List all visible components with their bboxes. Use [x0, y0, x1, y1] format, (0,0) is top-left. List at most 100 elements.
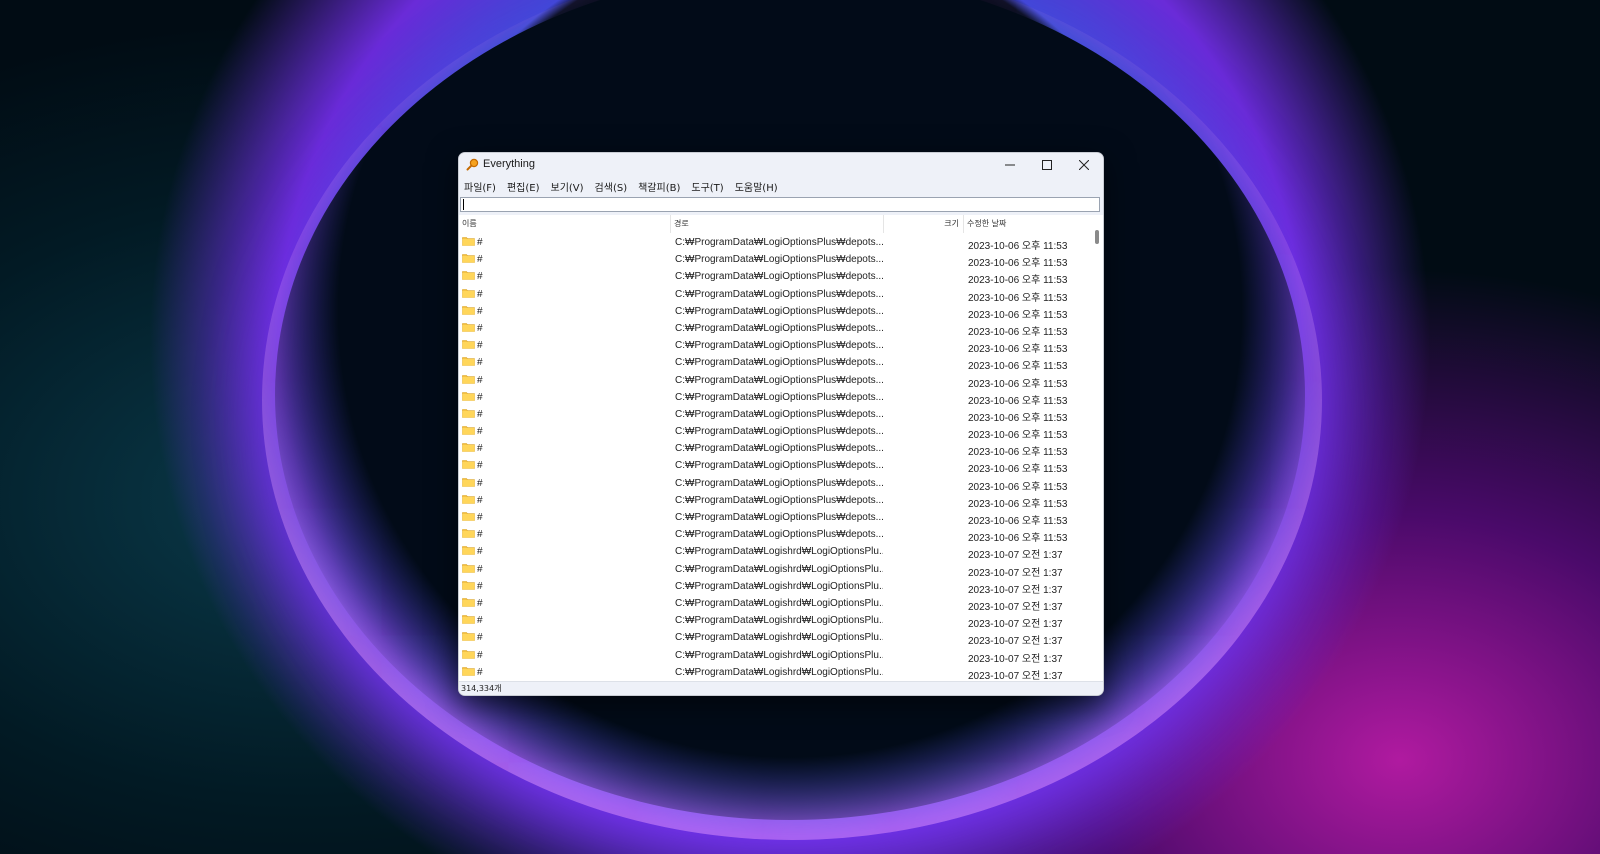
row-path: C:₩ProgramData₩Logishrd₩LogiOptionsPlu..…: [675, 563, 883, 575]
desktop-wallpaper: Everything 파일(F) 편집(E) 보기(V) 검색(S) 책갈피(B…: [0, 0, 1600, 854]
search-input[interactable]: [460, 197, 1100, 212]
row-name: #: [477, 615, 483, 627]
result-rows: # C:₩ProgramData₩LogiOptionsPlus₩depots..…: [459, 235, 1091, 681]
status-bar: 314,334개: [459, 681, 1103, 695]
row-path: C:₩ProgramData₩LogiOptionsPlus₩depots...: [675, 288, 883, 300]
minimize-button[interactable]: [991, 153, 1029, 177]
folder-icon: [462, 254, 475, 263]
row-date: 2023-10-06 오후 11:53: [968, 395, 1068, 407]
row-date: 2023-10-06 오후 11:53: [968, 326, 1068, 338]
table-row[interactable]: # C:₩ProgramData₩LogiOptionsPlus₩depots..…: [459, 287, 1091, 304]
table-row[interactable]: # C:₩ProgramData₩LogiOptionsPlus₩depots..…: [459, 493, 1091, 510]
folder-icon: [462, 443, 475, 453]
folder-icon: [462, 529, 475, 538]
row-path: C:₩ProgramData₩LogiOptionsPlus₩depots...: [675, 340, 883, 352]
row-date: 2023-10-06 오후 11:53: [968, 533, 1068, 545]
row-path: C:₩ProgramData₩LogiOptionsPlus₩depots...: [675, 357, 883, 369]
table-row[interactable]: # C:₩ProgramData₩Logishrd₩LogiOptionsPlu.…: [459, 630, 1091, 647]
table-row[interactable]: # C:₩ProgramData₩LogiOptionsPlus₩depots..…: [459, 390, 1091, 407]
column-name[interactable]: 이름: [459, 215, 671, 233]
table-row[interactable]: # C:₩ProgramData₩LogiOptionsPlus₩depots..…: [459, 510, 1091, 527]
row-date: 2023-10-06 오후 11:53: [968, 516, 1068, 527]
menu-view[interactable]: 보기(V): [546, 179, 590, 194]
row-date: 2023-10-06 오후 11:53: [968, 378, 1068, 390]
column-size[interactable]: 크기: [884, 215, 964, 233]
table-row[interactable]: # C:₩ProgramData₩Logishrd₩LogiOptionsPlu.…: [459, 579, 1091, 596]
column-date-modified[interactable]: 수정한 날짜: [964, 215, 1091, 233]
maximize-button[interactable]: [1028, 153, 1066, 177]
row-path: C:₩ProgramData₩LogiOptionsPlus₩depots...: [675, 271, 883, 283]
title-bar[interactable]: Everything: [459, 153, 1103, 177]
menu-file[interactable]: 파일(F): [459, 179, 502, 194]
row-path: C:₩ProgramData₩Logishrd₩LogiOptionsPlu..…: [675, 649, 883, 661]
menu-tools[interactable]: 도구(T): [686, 179, 729, 194]
table-row[interactable]: # C:₩ProgramData₩LogiOptionsPlus₩depots..…: [459, 424, 1091, 441]
folder-icon: [462, 426, 475, 435]
row-path: C:₩ProgramData₩Logishrd₩LogiOptionsPlu..…: [675, 597, 883, 609]
folder-icon: [462, 357, 475, 367]
row-date: 2023-10-06 오후 11:53: [968, 447, 1068, 459]
folder-icon: [462, 615, 475, 624]
folder-icon: [462, 666, 475, 676]
results-list[interactable]: 이름 경로 크기 수정한 날짜 # C:₩ProgramData₩LogiOpti…: [459, 215, 1103, 681]
folder-icon: [462, 546, 475, 556]
result-count: 314,334개: [461, 684, 502, 693]
table-row[interactable]: # C:₩ProgramData₩LogiOptionsPlus₩depots..…: [459, 441, 1091, 458]
menu-bookmarks[interactable]: 책갈피(B): [633, 179, 686, 194]
row-date: 2023-10-06 오후 11:53: [968, 412, 1068, 424]
row-path: C:₩ProgramData₩LogiOptionsPlus₩depots...: [675, 512, 883, 523]
folder-icon: [462, 340, 475, 349]
table-row[interactable]: # C:₩ProgramData₩LogiOptionsPlus₩depots..…: [459, 407, 1091, 424]
table-row[interactable]: # C:₩ProgramData₩Logishrd₩LogiOptionsPlu.…: [459, 665, 1091, 681]
folder-icon: [462, 477, 475, 487]
table-row[interactable]: # C:₩ProgramData₩Logishrd₩LogiOptionsPlu.…: [459, 562, 1091, 579]
close-button[interactable]: [1065, 153, 1103, 177]
table-row[interactable]: # C:₩ProgramData₩Logishrd₩LogiOptionsPlu.…: [459, 613, 1091, 630]
table-row[interactable]: # C:₩ProgramData₩LogiOptionsPlus₩depots..…: [459, 252, 1091, 269]
menu-edit[interactable]: 편집(E): [502, 179, 546, 194]
menu-search[interactable]: 검색(S): [590, 179, 634, 194]
row-name: #: [477, 357, 483, 369]
window-title: Everything: [483, 158, 535, 170]
row-date: 2023-10-07 오전 1:37: [968, 636, 1063, 648]
search-row: [459, 196, 1103, 215]
row-date: 2023-10-06 오후 11:53: [968, 344, 1068, 356]
table-row[interactable]: # C:₩ProgramData₩Logishrd₩LogiOptionsPlu.…: [459, 544, 1091, 561]
column-path[interactable]: 경로: [671, 215, 884, 233]
row-path: C:₩ProgramData₩LogiOptionsPlus₩depots...: [675, 460, 883, 472]
row-name: #: [477, 580, 483, 592]
row-date: 2023-10-07 오전 1:37: [968, 619, 1063, 631]
folder-icon: [462, 237, 475, 246]
row-date: 2023-10-06 오후 11:53: [968, 361, 1068, 373]
row-path: C:₩ProgramData₩LogiOptionsPlus₩depots...: [675, 237, 883, 248]
menu-help[interactable]: 도움말(H): [730, 179, 784, 194]
table-row[interactable]: # C:₩ProgramData₩LogiOptionsPlus₩depots..…: [459, 338, 1091, 355]
folder-icon: [462, 305, 475, 315]
row-name: #: [477, 460, 483, 472]
row-path: C:₩ProgramData₩LogiOptionsPlus₩depots...: [675, 477, 883, 489]
scrollbar-thumb[interactable]: [1095, 230, 1099, 244]
row-date: 2023-10-06 오후 11:53: [968, 430, 1068, 442]
row-path: C:₩ProgramData₩LogiOptionsPlus₩depots...: [675, 254, 883, 266]
table-row[interactable]: # C:₩ProgramData₩LogiOptionsPlus₩depots..…: [459, 476, 1091, 493]
table-row[interactable]: # C:₩ProgramData₩LogiOptionsPlus₩depots..…: [459, 321, 1091, 338]
folder-icon: [462, 649, 475, 659]
folder-icon: [462, 374, 475, 384]
table-row[interactable]: # C:₩ProgramData₩Logishrd₩LogiOptionsPlu.…: [459, 648, 1091, 665]
table-row[interactable]: # C:₩ProgramData₩LogiOptionsPlus₩depots..…: [459, 373, 1091, 390]
folder-icon: [462, 563, 475, 573]
table-row[interactable]: # C:₩ProgramData₩LogiOptionsPlus₩depots..…: [459, 235, 1091, 252]
table-row[interactable]: # C:₩ProgramData₩LogiOptionsPlus₩depots..…: [459, 269, 1091, 286]
folder-icon: [462, 598, 475, 607]
row-date: 2023-10-07 오전 1:37: [968, 584, 1063, 596]
column-header: 이름 경로 크기 수정한 날짜: [459, 215, 1091, 233]
vertical-scrollbar[interactable]: [1091, 215, 1103, 681]
table-row[interactable]: # C:₩ProgramData₩LogiOptionsPlus₩depots..…: [459, 527, 1091, 544]
row-name: #: [477, 563, 483, 575]
row-path: C:₩ProgramData₩Logishrd₩LogiOptionsPlu..…: [675, 666, 883, 678]
table-row[interactable]: # C:₩ProgramData₩LogiOptionsPlus₩depots..…: [459, 304, 1091, 321]
table-row[interactable]: # C:₩ProgramData₩LogiOptionsPlus₩depots..…: [459, 355, 1091, 372]
row-path: C:₩ProgramData₩LogiOptionsPlus₩depots...: [675, 529, 883, 541]
table-row[interactable]: # C:₩ProgramData₩Logishrd₩LogiOptionsPlu.…: [459, 596, 1091, 613]
table-row[interactable]: # C:₩ProgramData₩LogiOptionsPlus₩depots..…: [459, 458, 1091, 475]
